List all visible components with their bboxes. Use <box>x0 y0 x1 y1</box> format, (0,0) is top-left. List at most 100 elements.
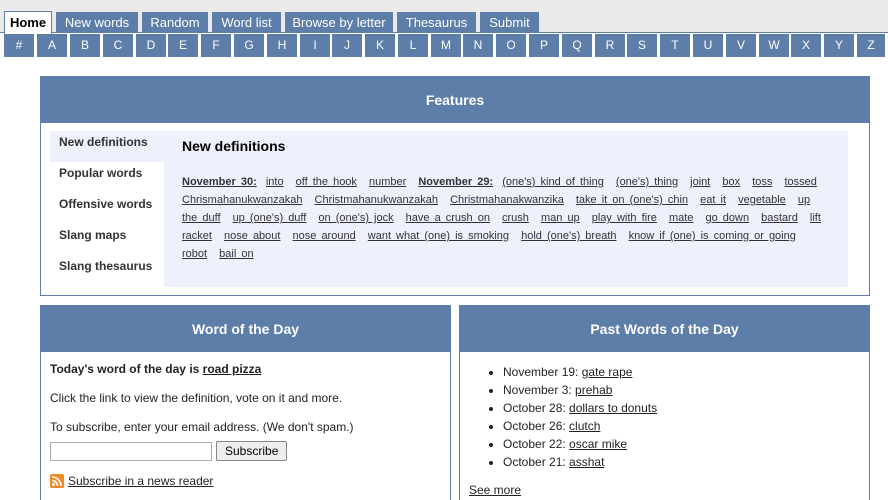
tab-home[interactable]: Home <box>4 11 52 34</box>
letter-h[interactable]: H <box>267 34 297 57</box>
word-link[interactable]: Chrismahanukwanzakah <box>182 194 302 206</box>
tab-new-words[interactable]: New words <box>56 12 138 33</box>
past-word-link[interactable]: dollars to donuts <box>569 401 657 415</box>
past-word-link[interactable]: prehab <box>575 383 612 397</box>
letter-k[interactable]: K <box>365 34 395 57</box>
rss-row: Subscribe in a news reader <box>50 474 441 488</box>
list-item: October 28: dollars to donuts <box>503 399 860 417</box>
letter-o[interactable]: O <box>496 34 526 57</box>
see-more-link[interactable]: See more <box>469 483 860 497</box>
letter-i[interactable]: I <box>300 34 330 57</box>
word-link[interactable]: toss <box>752 176 772 188</box>
word-link[interactable]: want what (one) is smoking <box>368 230 509 242</box>
word-link[interactable]: hold (one's) breath <box>521 230 616 242</box>
wotd-intro-text: Today's word of the day is <box>50 362 200 376</box>
past-word-link[interactable]: gate rape <box>582 365 633 379</box>
email-field[interactable] <box>50 441 212 461</box>
feature-new-definitions[interactable]: New definitions <box>50 131 164 162</box>
letter-b[interactable]: B <box>70 34 100 57</box>
word-link[interactable]: know if (one) is coming or going <box>629 230 796 242</box>
word-link[interactable]: box <box>722 176 740 188</box>
features-title: Features <box>41 77 869 123</box>
word-link[interactable]: lift <box>810 212 821 224</box>
feature-slang-maps[interactable]: Slang maps <box>50 224 164 255</box>
letter-n[interactable]: N <box>463 34 493 57</box>
past-word-link[interactable]: asshat <box>569 455 604 469</box>
list-item: November 19: gate rape <box>503 363 860 381</box>
letter-j[interactable]: J <box>332 34 362 57</box>
wotd-word-link[interactable]: road pizza <box>203 362 262 376</box>
word-link[interactable]: vegetable <box>738 194 786 206</box>
past-word-link[interactable]: clutch <box>569 419 600 433</box>
tab-browse-by-letter[interactable]: Browse by letter <box>285 12 393 33</box>
feature-popular-words[interactable]: Popular words <box>50 162 164 193</box>
word-link[interactable]: Christmahanakwanzika <box>450 194 564 206</box>
letter-g[interactable]: G <box>234 34 264 57</box>
word-link[interactable]: up (one's) duff <box>233 212 307 224</box>
word-link[interactable]: joint <box>690 176 710 188</box>
wotd-click-text: Click the link to view the definition, v… <box>50 391 343 405</box>
word-link[interactable]: go down <box>705 212 749 224</box>
date-november-29[interactable]: November 29: <box>418 176 493 188</box>
word-link[interactable]: off the hook <box>296 176 357 188</box>
date-november-30[interactable]: November 30: <box>182 176 257 188</box>
letter-t[interactable]: T <box>660 34 690 57</box>
word-link[interactable]: nose about <box>224 230 280 242</box>
tab-word-list[interactable]: Word list <box>212 12 281 33</box>
word-link[interactable]: bail on <box>219 248 253 260</box>
word-link[interactable]: nose around <box>293 230 356 242</box>
word-link[interactable]: racket <box>182 230 212 242</box>
word-link[interactable]: (one's) kind of thing <box>502 176 604 188</box>
letter-a[interactable]: A <box>37 34 67 57</box>
word-link[interactable]: on (one's) jock <box>318 212 393 224</box>
new-definitions-content: New definitions November 30: into off th… <box>164 131 848 287</box>
tab-submit[interactable]: Submit <box>480 12 539 33</box>
date-november-30-label: November 30 <box>182 176 254 188</box>
letter-s[interactable]: S <box>627 34 657 57</box>
past-date: October 28: <box>503 401 566 415</box>
letter-c[interactable]: C <box>103 34 133 57</box>
feature-offensive-words[interactable]: Offensive words <box>50 193 164 224</box>
word-link[interactable]: (one's) thing <box>616 176 678 188</box>
news-reader-link[interactable]: Subscribe in a news reader <box>68 474 213 488</box>
letter-x[interactable]: X <box>791 34 821 57</box>
feature-slang-thesaurus[interactable]: Slang thesaurus <box>50 255 164 286</box>
tab-thesaurus[interactable]: Thesaurus <box>397 12 476 33</box>
wotd-subscribe-text: To subscribe, enter your email address. … <box>50 420 354 434</box>
rss-icon[interactable] <box>50 474 64 488</box>
tab-random[interactable]: Random <box>142 12 208 33</box>
subscribe-button[interactable]: Subscribe <box>216 441 288 461</box>
letter-d[interactable]: D <box>136 34 166 57</box>
word-link[interactable]: have a crush on <box>406 212 490 224</box>
list-item: October 22: oscar mike <box>503 435 860 453</box>
letter-w[interactable]: W <box>759 34 789 57</box>
letter-r[interactable]: R <box>595 34 625 57</box>
word-link[interactable]: robot <box>182 248 207 260</box>
letter-m[interactable]: M <box>431 34 461 57</box>
word-link[interactable]: eat it <box>700 194 726 206</box>
word-link[interactable]: tossed <box>784 176 816 188</box>
letter-hash[interactable]: # <box>4 34 34 57</box>
word-link[interactable]: crush <box>502 212 529 224</box>
word-link[interactable]: play with fire <box>592 212 657 224</box>
letter-p[interactable]: P <box>529 34 559 57</box>
word-link[interactable]: man up <box>541 212 580 224</box>
word-link[interactable]: bastard <box>761 212 798 224</box>
letter-v[interactable]: V <box>726 34 756 57</box>
word-link[interactable]: into <box>266 176 284 188</box>
letter-y[interactable]: Y <box>824 34 854 57</box>
past-date: October 26: <box>503 419 566 433</box>
letter-e[interactable]: E <box>168 34 198 57</box>
letter-bar: # A B C D E F G H I J K L M N O P Q R S … <box>0 34 888 57</box>
word-link[interactable]: number <box>369 176 406 188</box>
past-word-link[interactable]: oscar mike <box>569 437 627 451</box>
word-link[interactable]: mate <box>669 212 693 224</box>
letter-u[interactable]: U <box>693 34 723 57</box>
letter-f[interactable]: F <box>201 34 231 57</box>
word-link[interactable]: take it on (one's) chin <box>576 194 688 206</box>
letter-l[interactable]: L <box>398 34 428 57</box>
letter-q[interactable]: Q <box>562 34 592 57</box>
past-date: October 21: <box>503 455 566 469</box>
word-link[interactable]: Christmahanukwanzakah <box>315 194 439 206</box>
letter-z[interactable]: Z <box>857 34 885 57</box>
